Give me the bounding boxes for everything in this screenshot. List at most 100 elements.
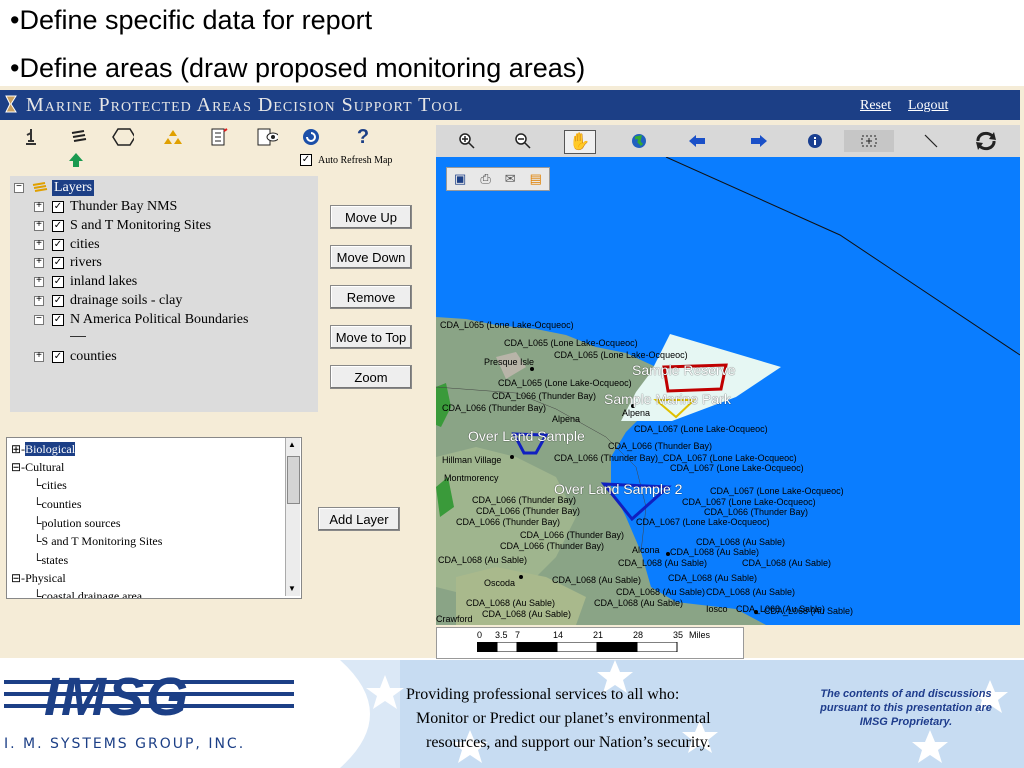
auto-refresh-toggle[interactable]: ✓ Auto Refresh Map [300, 154, 392, 166]
back-arrow-icon[interactable] [686, 130, 708, 152]
export-icon[interactable]: ▤ [530, 171, 542, 187]
layer-row-cities[interactable]: + ✓ cities [34, 237, 100, 253]
map-label: Alcona [632, 545, 660, 555]
map-label: CDA_L068 (Au Sable) [696, 537, 786, 547]
layers-root[interactable]: − Layers [14, 180, 95, 196]
globe-icon[interactable] [628, 130, 650, 152]
catalog-item[interactable]: └S and T Monitoring Sites [33, 534, 162, 549]
draw-polygon-icon[interactable] [112, 126, 134, 148]
save-icon[interactable]: ▣ [454, 171, 466, 187]
catalog-cultural[interactable]: ⊟-Cultural [11, 460, 64, 475]
app-logo-icon [4, 94, 18, 114]
layer-label: counties [70, 349, 117, 364]
map-label: CDA_L066 (Thunder Bay)_CDA_L067 (Lone La… [554, 453, 797, 463]
layer-row-thunder-bay[interactable]: + ✓ Thunder Bay NMS [34, 199, 177, 215]
symbols-tool-icon[interactable] [162, 126, 184, 148]
draw-line-icon[interactable] [920, 130, 942, 152]
zoom-out-icon[interactable] [512, 130, 534, 152]
collapse-icon[interactable]: − [14, 183, 24, 193]
catalog-item[interactable]: └counties [33, 497, 82, 512]
area-label-sample-reserve: Sample Reserve [632, 362, 736, 378]
scroll-thumb[interactable] [287, 456, 300, 504]
zoom-button[interactable]: Zoom [330, 365, 412, 389]
map-label: CDA_L067 (Lone Lake-Ocqueoc) [710, 486, 844, 496]
catalog-item[interactable]: └coastal drainage area [33, 589, 142, 598]
catalog-cultural-label: Cultural [25, 460, 65, 474]
catalog-item[interactable]: └cities [33, 478, 67, 493]
layer-checkbox[interactable]: ✓ [52, 276, 64, 288]
map-label: Presque Isle [484, 357, 535, 367]
map-view[interactable]: CDA_L065 (Lone Lake-Ocqueoc) CDA_L065 (L… [436, 157, 1020, 625]
forward-arrow-icon[interactable] [748, 130, 770, 152]
map-label: CDA_L068 (Au Sable) [742, 558, 832, 568]
layers-tool-icon[interactable] [68, 126, 90, 148]
catalog-item[interactable]: └polution sources [33, 516, 121, 531]
footer-line-3: resources, and support our Nation’s secu… [426, 734, 711, 751]
collapse-icon[interactable]: − [34, 315, 44, 325]
layer-catalog-tree[interactable]: ⊞-Biological ⊟-Cultural └cities └countie… [6, 437, 302, 599]
layer-checkbox[interactable]: ✓ [52, 239, 64, 251]
select-extent-icon[interactable] [844, 130, 894, 152]
expand-icon[interactable]: + [34, 352, 44, 362]
layer-checkbox[interactable]: ✓ [52, 257, 64, 269]
expand-icon[interactable]: + [34, 202, 44, 212]
layer-label: rivers [70, 255, 102, 270]
map-label: CDA_L065 (Lone Lake-Ocqueoc) [504, 338, 638, 348]
layer-checkbox[interactable]: ✓ [52, 220, 64, 232]
view-tool-icon[interactable] [256, 126, 278, 148]
remove-button[interactable]: Remove [330, 285, 412, 309]
catalog-item[interactable]: └states [33, 553, 68, 568]
layer-row-rivers[interactable]: + ✓ rivers [34, 255, 102, 271]
move-down-button[interactable]: Move Down [330, 245, 412, 269]
pan-hand-icon[interactable]: ✋ [564, 130, 596, 154]
auto-refresh-checkbox[interactable]: ✓ [300, 154, 312, 166]
catalog-biological[interactable]: ⊞-Biological [11, 442, 76, 457]
map-label: CDA_L066 (Thunder Bay) [442, 403, 547, 413]
map-mini-toolbar: ▣ ⎙ ✉ ▤ [446, 167, 550, 191]
layer-checkbox[interactable]: ✓ [52, 295, 64, 307]
expand-icon[interactable]: + [34, 240, 44, 250]
layer-label: N America Political Boundaries [70, 312, 249, 327]
arrow-up-icon[interactable] [68, 152, 84, 168]
layer-row-inland-lakes[interactable]: + ✓ inland lakes [34, 274, 137, 290]
refresh-tool-icon[interactable] [300, 126, 322, 148]
map-label: CDA_L067 (Lone Lake-Ocqueoc) [682, 497, 816, 507]
layer-checkbox[interactable]: ✓ [52, 351, 64, 363]
expand-icon[interactable]: + [34, 277, 44, 287]
layer-row-monitoring-sites[interactable]: + ✓ S and T Monitoring Sites [34, 218, 211, 234]
layer-checkbox[interactable]: ✓ [52, 201, 64, 213]
zoom-in-icon[interactable] [456, 130, 478, 152]
map-label: CDA_L066 (Thunder Bay) [476, 506, 581, 516]
print-icon[interactable]: ⎙ [480, 171, 490, 187]
layer-row-political-boundaries[interactable]: − ✓ N America Political Boundaries [34, 312, 248, 328]
add-layer-button[interactable]: Add Layer [318, 507, 400, 531]
refresh-map-icon[interactable] [974, 130, 996, 152]
layer-checkbox[interactable]: ✓ [52, 314, 64, 326]
move-to-top-button[interactable]: Move to Top [330, 325, 412, 349]
proprietary-notice-1: The contents of and discussions [820, 688, 992, 700]
expand-icon[interactable]: + [34, 296, 44, 306]
help-icon[interactable]: ? [352, 126, 374, 148]
report-tool-icon[interactable] [208, 126, 230, 148]
auto-refresh-label: Auto Refresh Map [318, 154, 393, 166]
layer-row-counties[interactable]: + ✓ counties [34, 349, 117, 365]
scroll-down-icon[interactable]: ▼ [288, 584, 296, 593]
expand-icon[interactable]: + [34, 258, 44, 268]
email-icon[interactable]: ✉ [505, 171, 516, 187]
layers-root-label: Layers [52, 180, 95, 196]
map-label: CDA_L066 (Thunder Bay) [492, 391, 597, 401]
move-up-button[interactable]: Move Up [330, 205, 412, 229]
catalog-scrollbar[interactable]: ▲ ▼ [285, 438, 300, 596]
catalog-item-label: polution sources [41, 516, 121, 530]
map-label: CDA_L066 (Thunder Bay) [520, 530, 625, 540]
map-label: CDA_L068 (Au Sable) [438, 555, 528, 565]
info-icon[interactable] [804, 130, 826, 152]
logout-link[interactable]: Logout [908, 98, 948, 114]
expand-icon[interactable]: + [34, 221, 44, 231]
layer-row-drainage-soils[interactable]: + ✓ drainage soils - clay [34, 293, 182, 309]
map-label: CDA_L067 (Lone Lake-Ocqueoc) [670, 463, 804, 473]
identify-tool-icon[interactable] [20, 126, 42, 148]
catalog-physical[interactable]: ⊟-Physical [11, 571, 66, 586]
scroll-up-icon[interactable]: ▲ [288, 440, 296, 449]
reset-link[interactable]: Reset [860, 98, 891, 114]
